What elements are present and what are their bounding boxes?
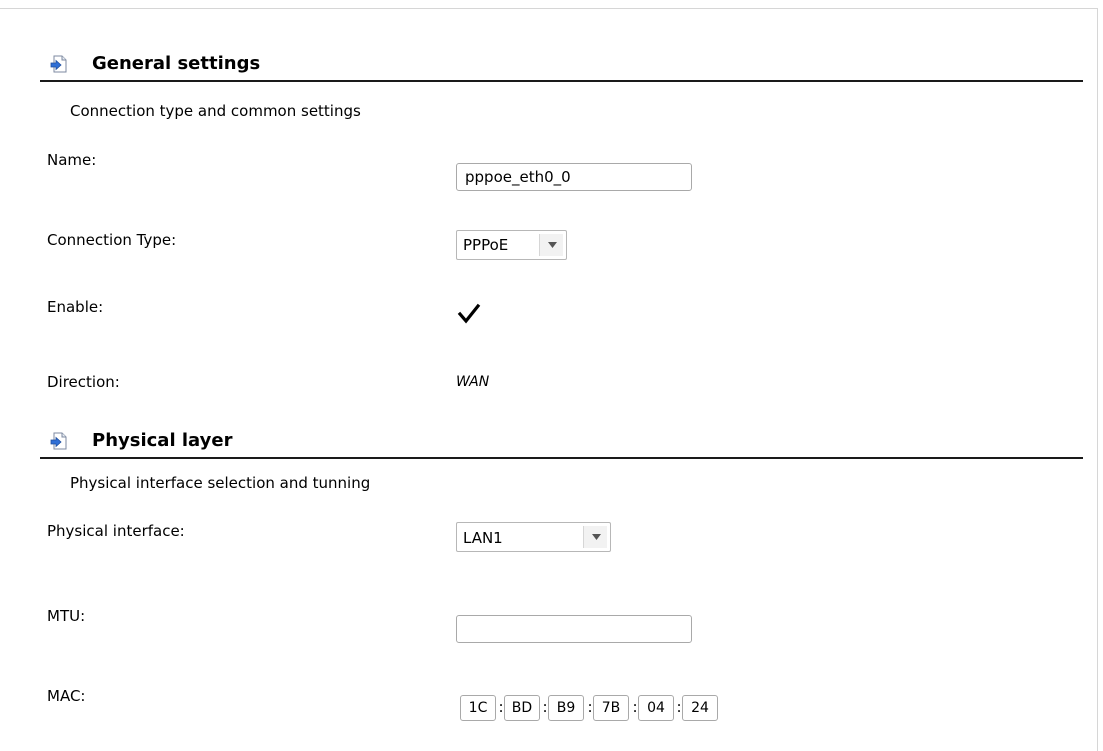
mtu-input[interactable]: [456, 615, 692, 643]
physical-interface-value: LAN1: [463, 529, 503, 547]
section-title: General settings: [92, 53, 261, 74]
connection-type-value: PPPoE: [463, 236, 509, 254]
checkmark-icon: [457, 303, 481, 324]
section-description: Connection type and common settings: [70, 102, 361, 120]
arrow-document-icon: [50, 55, 68, 73]
mac-octet-1[interactable]: [460, 695, 496, 721]
direction-value: WAN: [456, 374, 490, 390]
connection-type-label: Connection Type:: [47, 231, 177, 249]
section-description: Physical interface selection and tunning: [70, 474, 371, 492]
mac-octet-2[interactable]: [504, 695, 540, 721]
mac-octet-4[interactable]: [593, 695, 629, 721]
name-label: Name:: [47, 151, 97, 169]
enable-checkbox[interactable]: [456, 301, 482, 327]
direction-label: Direction:: [47, 373, 120, 391]
chevron-down-icon[interactable]: [539, 234, 563, 256]
mac-octet-3[interactable]: [548, 695, 584, 721]
mac-octet-5[interactable]: [638, 695, 674, 721]
name-input[interactable]: [456, 163, 692, 191]
enable-label: Enable:: [47, 298, 104, 316]
mac-label: MAC:: [47, 687, 86, 705]
chevron-down-icon[interactable]: [583, 526, 607, 548]
physical-layer-header: Physical layer: [40, 428, 1083, 459]
general-settings-header: General settings: [40, 51, 1083, 82]
physical-interface-label: Physical interface:: [47, 522, 185, 540]
connection-type-select[interactable]: PPPoE: [456, 230, 567, 260]
mac-octet-6[interactable]: [682, 695, 718, 721]
arrow-document-icon: [50, 432, 68, 450]
section-title: Physical layer: [92, 430, 233, 451]
physical-interface-select[interactable]: LAN1: [456, 522, 611, 552]
mtu-label: MTU:: [47, 607, 86, 625]
